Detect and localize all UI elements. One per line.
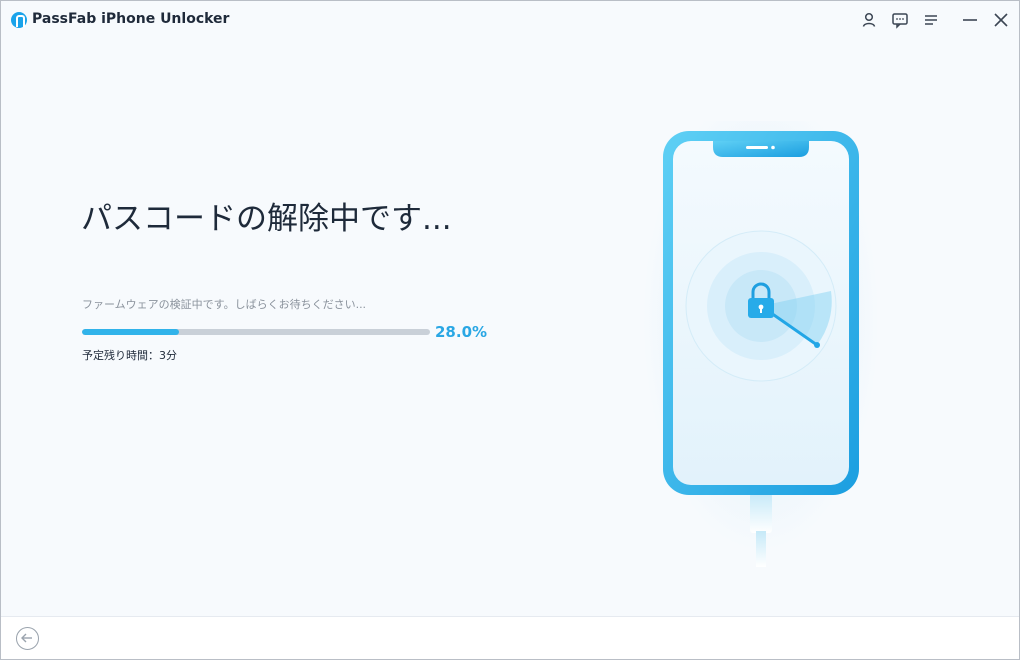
- title-bar: PassFab iPhone Unlocker: [1, 1, 1019, 41]
- progress-bar-fill: [82, 329, 180, 335]
- feedback-icon: [892, 13, 908, 29]
- feedback-button[interactable]: [890, 10, 910, 30]
- menu-button[interactable]: [921, 10, 941, 30]
- back-arrow-icon: [21, 633, 32, 643]
- page-title: パスコードの解除中です...: [81, 201, 452, 237]
- menu-icon: [925, 15, 937, 25]
- phone-lock-icon: [643, 91, 879, 567]
- status-message: ファームウェアの検証中です。しばらくお待ちください...: [82, 298, 367, 311]
- passfab-logo-icon: [11, 12, 27, 28]
- user-icon: [862, 12, 876, 27]
- progress-percent: 28.0%: [435, 323, 488, 341]
- time-remaining: 予定残り時間：3分: [82, 349, 177, 362]
- progress-bar: [82, 329, 430, 335]
- minimize-icon: [963, 19, 977, 21]
- close-button[interactable]: [991, 10, 1011, 30]
- minimize-button[interactable]: [960, 10, 980, 30]
- app-title: PassFab iPhone Unlocker: [32, 11, 230, 27]
- phone-unlock-illustration: [641, 91, 881, 581]
- app-window: PassFab iPhone Unlocker パスコードの解除中です... フ…: [0, 0, 1020, 660]
- account-button[interactable]: [859, 10, 879, 30]
- back-button[interactable]: [16, 627, 39, 650]
- close-icon: [994, 13, 1008, 27]
- footer-bar: [1, 617, 1019, 659]
